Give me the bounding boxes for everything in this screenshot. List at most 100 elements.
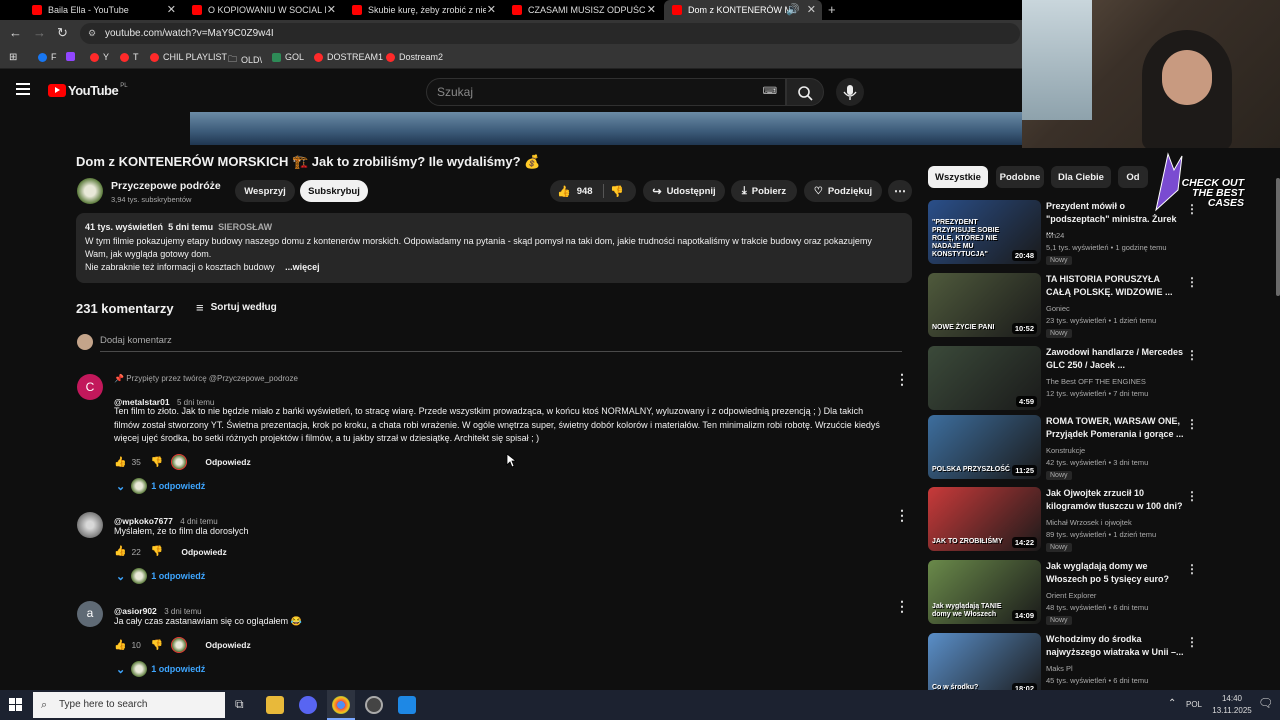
video-thumbnail[interactable]: Jak wyglądają TANIE domy we Włoszech 14:0… <box>928 560 1041 624</box>
close-tab-icon[interactable]: ✕ <box>647 3 656 16</box>
dislike-icon[interactable]: 👎 <box>151 640 163 651</box>
channel-name[interactable]: Konstrukcje <box>1046 446 1085 455</box>
share-button[interactable]: ↪ Udostępnij <box>643 180 725 202</box>
channel-name[interactable]: Michał Wrzosek i ojwojtek <box>1046 518 1132 527</box>
channel-name[interactable]: The Best OFF THE ENGINES <box>1046 377 1146 386</box>
video-title[interactable]: Jak Ojwojtek zrzucił 10 kilogramów tłusz… <box>1046 487 1184 512</box>
video-thumbnail[interactable]: POLSKA PRZYSZŁOŚĆ 11:25 <box>928 415 1041 479</box>
commenter-avatar[interactable]: C <box>77 374 103 400</box>
browser-tab[interactable]: Baila Ella - YouTube ✕ <box>24 0 182 20</box>
video-title[interactable]: ROMA TOWER, WARSAW ONE, Przyjądek Pomera… <box>1046 415 1184 440</box>
sort-button[interactable]: ≡ Sortuj według <box>196 300 277 315</box>
video-menu-icon[interactable]: ⋮ <box>1186 348 1198 362</box>
tray-expand-icon[interactable]: ⌃ <box>1168 698 1176 709</box>
close-tab-icon[interactable]: ✕ <box>807 3 816 16</box>
voice-search-button[interactable] <box>836 78 864 106</box>
discord-icon[interactable] <box>299 696 317 714</box>
address-bar[interactable]: ⚙ youtube.com/watch?v=MaY9C0Z9w4I <box>80 23 1020 44</box>
channel-name[interactable]: tvn24 <box>1046 231 1064 240</box>
back-icon[interactable]: ← <box>9 25 22 40</box>
video-title[interactable]: Jak wyglądają domy we Włoszech po 5 tysi… <box>1046 560 1184 585</box>
add-comment-input[interactable]: Dodaj komentarz <box>100 335 902 352</box>
channel-name[interactable]: Maks Pl <box>1046 664 1073 673</box>
chip-related[interactable]: Podobne <box>996 166 1044 188</box>
description-box[interactable]: 41 tys. wyświetleń 5 dni temu SIEROSŁAW … <box>76 213 912 283</box>
like-icon[interactable]: 👍 <box>557 185 571 198</box>
channel-name[interactable]: Przyczepowe podróże <box>111 180 221 192</box>
recommended-video[interactable]: Co w środku? 18:02 Wchodzimy do środka naj… <box>928 633 1268 697</box>
recommended-video[interactable]: Jak wyglądają TANIE domy we Włoszech 14:0… <box>928 560 1268 625</box>
more-actions-icon[interactable]: ⋯ <box>888 180 912 202</box>
site-info-icon[interactable]: ⚙ <box>88 23 96 44</box>
reply-button[interactable]: Odpowiedz <box>181 547 226 557</box>
file-explorer-icon[interactable] <box>266 696 284 714</box>
video-thumbnail[interactable]: "PREZYDENT PRZYPISUJE SOBIE ROLĘ, KTÓREJ… <box>928 200 1041 264</box>
chip-for-you[interactable]: Dla Ciebie <box>1051 166 1111 188</box>
video-menu-icon[interactable]: ⋮ <box>1186 417 1198 431</box>
thanks-button[interactable]: ♡ Podziękuj <box>804 180 882 202</box>
browser-tab[interactable]: CZASAMI MUSISZ ODPUŚCIĆ... ✕ <box>504 0 662 20</box>
video-thumbnail[interactable]: NOWE ŻYCIE PANI 10:52 <box>928 273 1041 337</box>
like-icon[interactable]: 👍 <box>114 457 126 468</box>
speaker-icon[interactable]: 🔊 <box>786 3 800 16</box>
youtube-logo[interactable]: YouTube PL <box>48 83 128 98</box>
like-icon[interactable]: 👍 <box>114 640 126 651</box>
video-title[interactable]: Wchodzimy do środka najwyższego wiatraka… <box>1046 633 1184 658</box>
task-view-icon[interactable]: ⧉ <box>235 697 244 712</box>
apps-grid-icon[interactable]: ⊞ <box>9 52 17 63</box>
chip-more[interactable]: Od <box>1118 166 1148 188</box>
bookmark-item[interactable]: F <box>38 52 57 62</box>
recommended-video[interactable]: NOWE ŻYCIE PANI 10:52 TA HISTORIA PORUSZYŁ… <box>928 273 1268 338</box>
browser-tab-active[interactable]: Dom z KONTENERÓW MOR 🔊 ✕ <box>664 0 822 20</box>
bookmark-item[interactable]: DOSTREAM1 <box>314 52 383 62</box>
comment-menu-icon[interactable]: ⋮ <box>895 371 909 388</box>
language-indicator[interactable]: POL <box>1186 700 1202 709</box>
video-title[interactable]: Prezydent mówił o "podszeptach" ministra… <box>1046 200 1184 238</box>
location-tag[interactable]: SIEROSŁAW <box>218 222 272 232</box>
reply-button[interactable]: Odpowiedz <box>205 640 250 650</box>
channel-name[interactable]: Orient Explorer <box>1046 591 1096 600</box>
search-button[interactable] <box>786 78 824 106</box>
show-replies-button[interactable]: ⌄ 1 odpowiedź <box>116 661 205 677</box>
recommended-video[interactable]: JAK TO ZROBIŁIŚMY 14:22 Jak Ojwojtek zrzuc… <box>928 487 1268 552</box>
forward-icon[interactable]: → <box>33 25 46 40</box>
close-tab-icon[interactable]: ✕ <box>327 3 336 16</box>
notifications-icon[interactable]: 🗨 <box>1258 696 1273 710</box>
browser-tab[interactable]: O KOPIOWANIU W SOCIAL ME ✕ <box>184 0 342 20</box>
dislike-icon[interactable]: 👎 <box>151 546 163 557</box>
video-menu-icon[interactable]: ⋮ <box>1186 202 1198 216</box>
comment-menu-icon[interactable]: ⋮ <box>895 598 909 615</box>
bookmark-item[interactable]: Dostream2 <box>386 52 443 62</box>
like-icon[interactable]: 👍 <box>114 546 126 557</box>
commenter-avatar[interactable] <box>77 512 103 538</box>
commenter-avatar[interactable]: a <box>77 601 103 627</box>
reload-icon[interactable]: ↻ <box>57 25 68 41</box>
video-thumbnail[interactable]: Co w środku? 18:02 <box>928 633 1041 697</box>
show-replies-button[interactable]: ⌄ 1 odpowiedź <box>116 568 205 584</box>
keyboard-icon[interactable]: ⌨ <box>763 79 777 105</box>
hamburger-menu-icon[interactable] <box>16 83 30 95</box>
bookmark-item[interactable]: Y <box>90 52 109 62</box>
bookmark-item[interactable]: CHIL PLAYLIST <box>150 52 227 62</box>
video-menu-icon[interactable]: ⋮ <box>1186 562 1198 576</box>
close-tab-icon[interactable]: ✕ <box>167 3 176 16</box>
show-more-link[interactable]: ...więcej <box>285 262 320 272</box>
video-player[interactable] <box>190 112 1022 145</box>
video-title[interactable]: Zawodowi handlarze / Mercedes GLC 250 / … <box>1046 346 1184 371</box>
support-button[interactable]: Wesprzyj <box>235 180 295 202</box>
channel-avatar[interactable] <box>77 178 103 204</box>
subscribe-button[interactable]: Subskrybuj <box>300 180 368 202</box>
video-menu-icon[interactable]: ⋮ <box>1186 489 1198 503</box>
bookmark-item[interactable]: GOL <box>272 52 304 62</box>
video-menu-icon[interactable]: ⋮ <box>1186 275 1198 289</box>
video-menu-icon[interactable]: ⋮ <box>1186 635 1198 649</box>
bookmark-folder[interactable]: 🗀 OLD\ <box>228 52 262 68</box>
bookmark-item[interactable] <box>66 52 79 61</box>
reply-button[interactable]: Odpowiedz <box>205 457 250 467</box>
chip-all[interactable]: Wszystkie <box>928 166 988 188</box>
clock[interactable]: 14:40 13.11.2025 <box>1210 693 1254 717</box>
obs-icon[interactable] <box>365 696 383 714</box>
recommended-video[interactable]: 4:59 Zawodowi handlarze / Mercedes GLC 25… <box>928 346 1268 410</box>
search-input[interactable]: Szukaj ⌨ <box>426 78 786 106</box>
app-icon[interactable] <box>398 696 416 714</box>
